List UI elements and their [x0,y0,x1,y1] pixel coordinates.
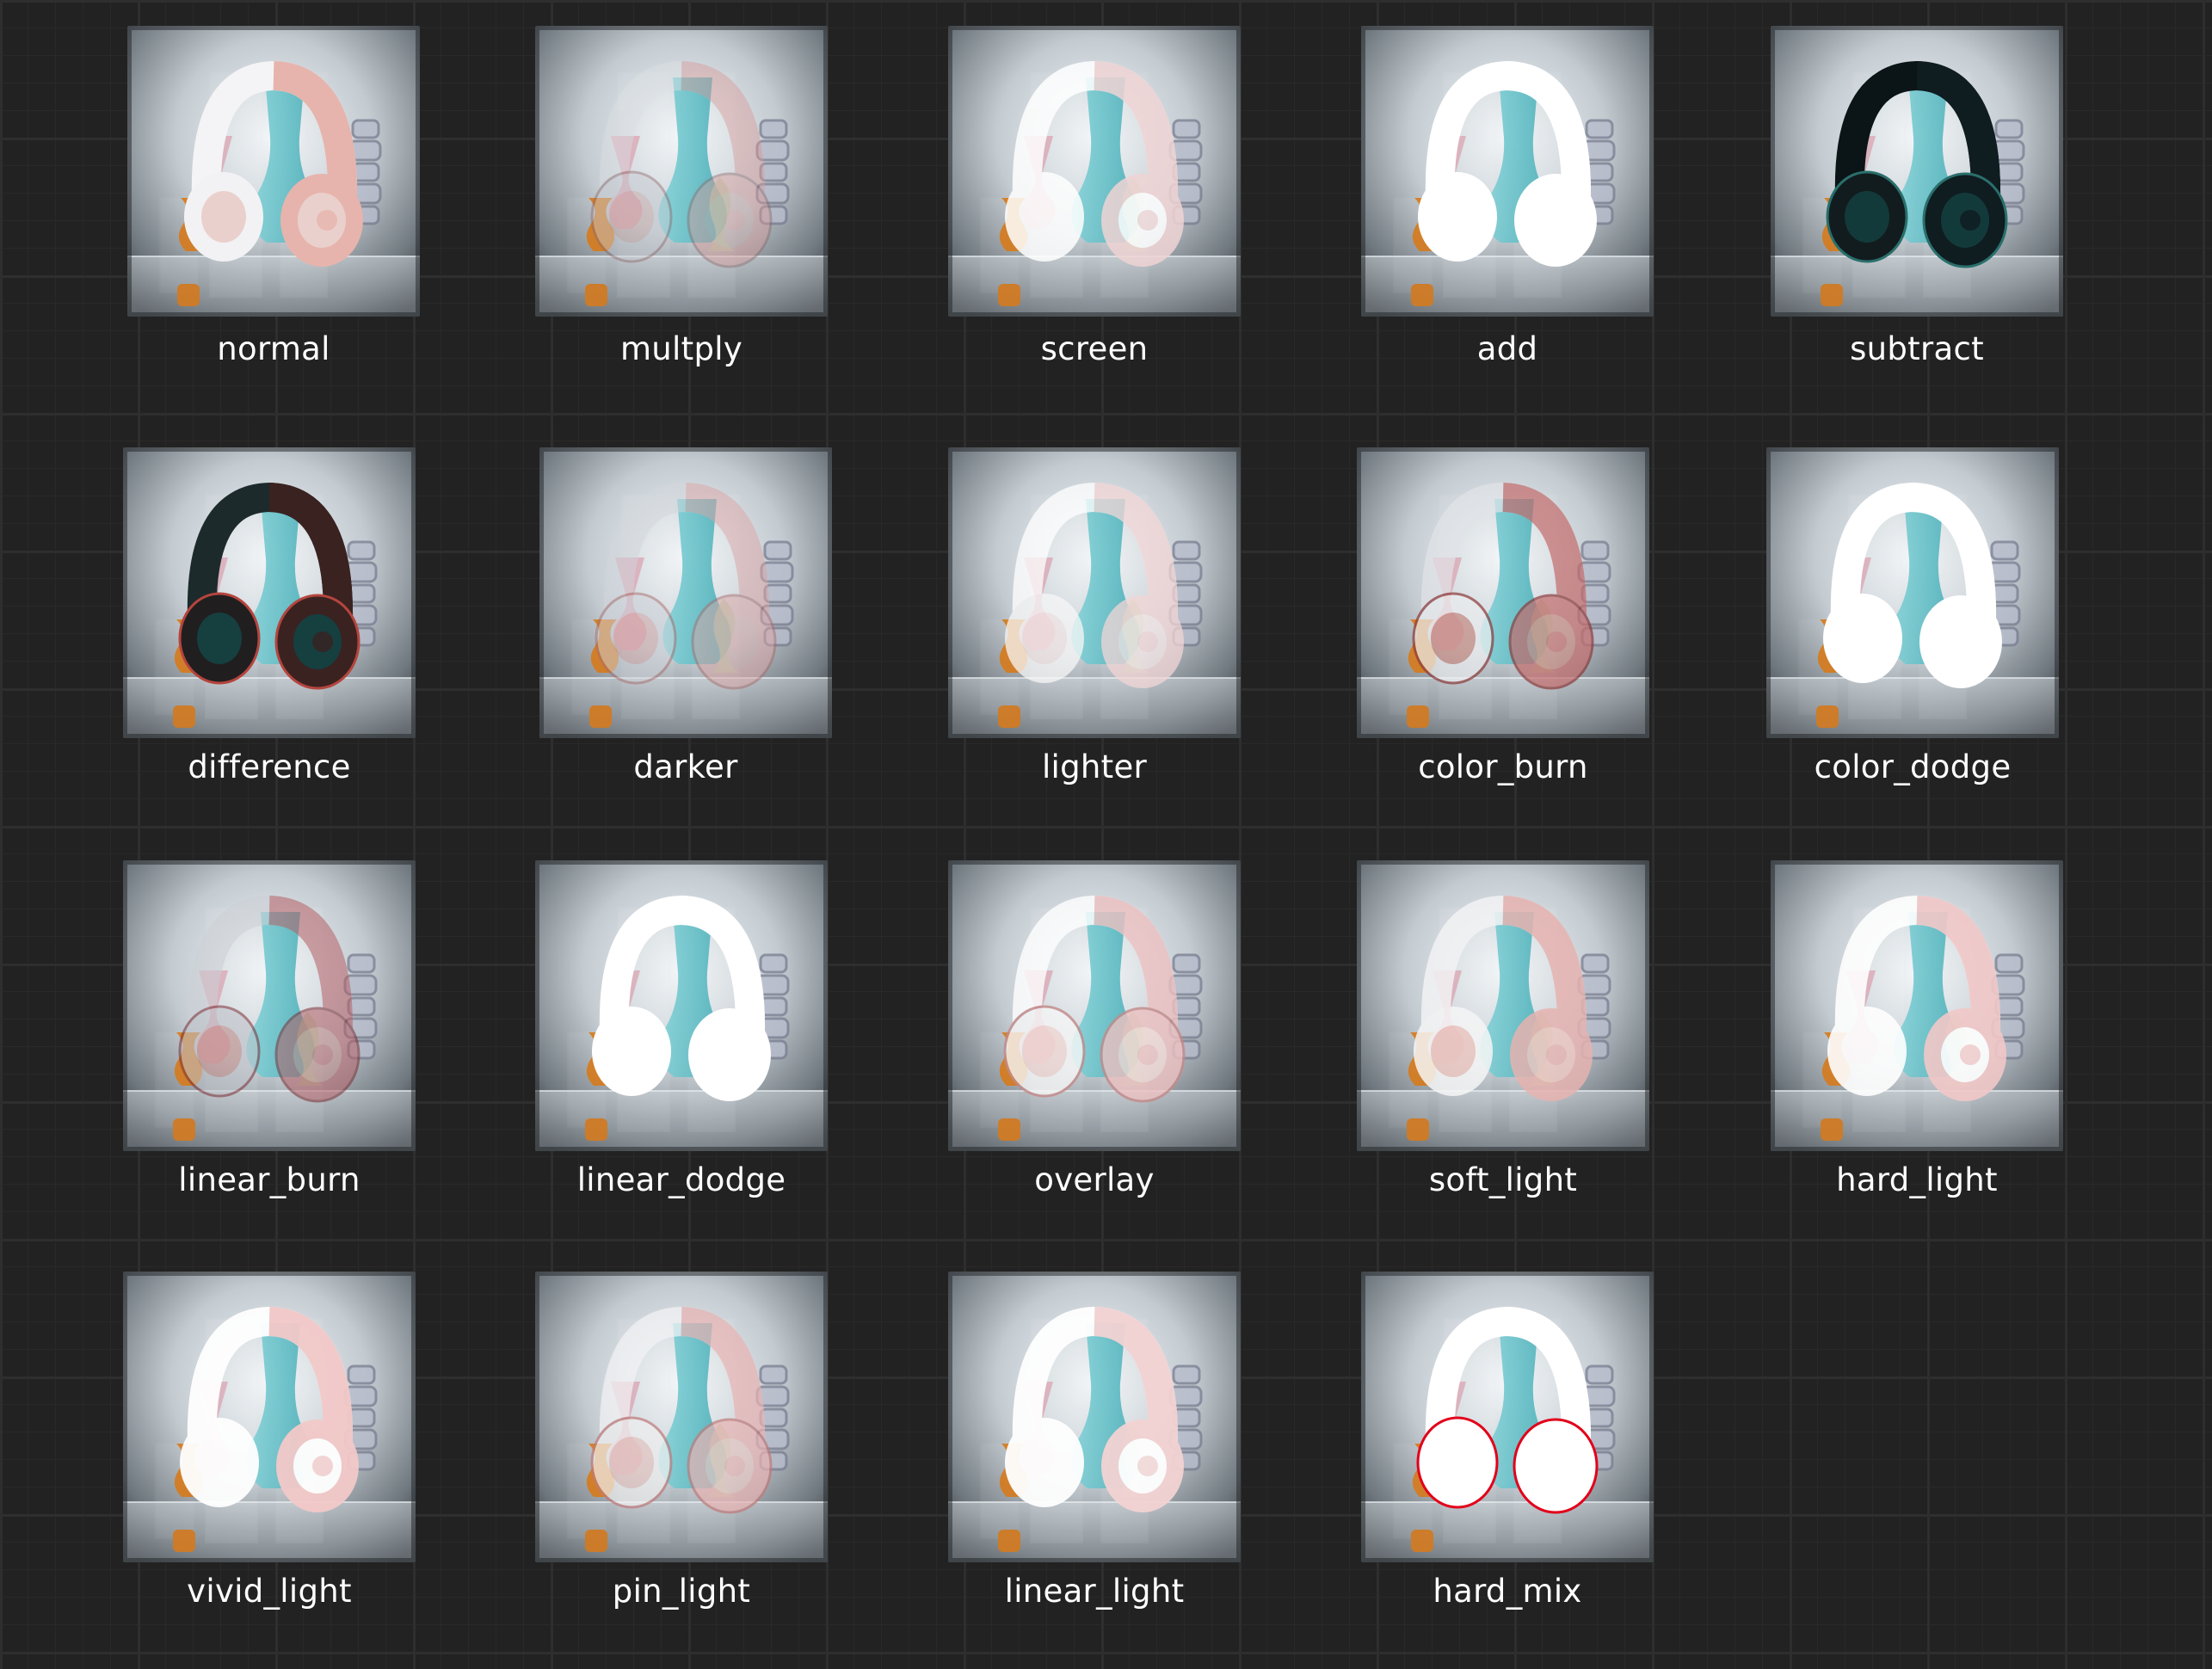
blend-node-hard-mix[interactable]: hard_mix [1361,1272,1654,1616]
blend-node-hard-light[interactable]: hard_light [1771,860,2063,1204]
node-label: darker [633,748,738,785]
node-label: normal [217,330,330,367]
blend-node-normal[interactable]: normal [127,26,420,370]
preview-image[interactable] [948,26,1241,317]
node-label: linear_burn [178,1161,360,1198]
blend-node-darker[interactable]: darker [539,447,832,791]
preview-image[interactable] [1361,1272,1654,1562]
node-label: pin_light [612,1573,751,1610]
node-label: vivid_light [187,1573,352,1610]
blend-node-screen[interactable]: screen [948,26,1241,370]
node-label: soft_light [1428,1161,1578,1198]
preview-image[interactable] [535,860,828,1151]
node-label: lighter [1041,748,1148,785]
node-label: linear_light [1004,1573,1185,1610]
preview-image[interactable] [1771,26,2063,317]
preview-image[interactable] [948,860,1241,1151]
node-label: add [1476,330,1538,367]
blend-node-linear-burn[interactable]: linear_burn [123,860,416,1204]
preview-image[interactable] [123,860,416,1151]
preview-image[interactable] [535,26,828,317]
blend-node-overlay[interactable]: overlay [948,860,1241,1204]
preview-image[interactable] [123,1272,416,1562]
blend-node-color-burn[interactable]: color_burn [1357,447,1649,791]
node-label: linear_dodge [576,1161,786,1198]
preview-image[interactable] [1766,447,2059,738]
preview-image[interactable] [948,1272,1241,1562]
preview-image[interactable] [1361,26,1654,317]
node-label: hard_mix [1433,1573,1582,1610]
node-label: color_burn [1418,748,1588,785]
blend-node-linear-light[interactable]: linear_light [948,1272,1241,1616]
blend-node-pin-light[interactable]: pin_light [535,1272,828,1616]
node-canvas[interactable]: normal multply screen add subtract diffe… [0,0,2212,1669]
blend-node-linear-dodge[interactable]: linear_dodge [535,860,828,1204]
preview-image[interactable] [535,1272,828,1562]
blend-node-lighter[interactable]: lighter [948,447,1241,791]
preview-image[interactable] [1771,860,2063,1151]
node-label: multply [619,330,743,367]
preview-image[interactable] [1357,860,1649,1151]
preview-image[interactable] [948,447,1241,738]
preview-image[interactable] [123,447,416,738]
node-label: color_dodge [1814,748,2012,785]
node-label: hard_light [1836,1161,1998,1198]
preview-image[interactable] [127,26,420,317]
preview-image[interactable] [539,447,832,738]
blend-node-color-dodge[interactable]: color_dodge [1766,447,2059,791]
preview-image[interactable] [1357,447,1649,738]
blend-node-vivid-light[interactable]: vivid_light [123,1272,416,1616]
node-label: difference [188,748,351,785]
blend-node-multply[interactable]: multply [535,26,828,370]
blend-node-subtract[interactable]: subtract [1771,26,2063,370]
node-label: overlay [1034,1161,1155,1198]
node-label: screen [1040,330,1149,367]
blend-node-soft-light[interactable]: soft_light [1357,860,1649,1204]
blend-node-difference[interactable]: difference [123,447,416,791]
blend-node-add[interactable]: add [1361,26,1654,370]
node-label: subtract [1850,330,1984,367]
